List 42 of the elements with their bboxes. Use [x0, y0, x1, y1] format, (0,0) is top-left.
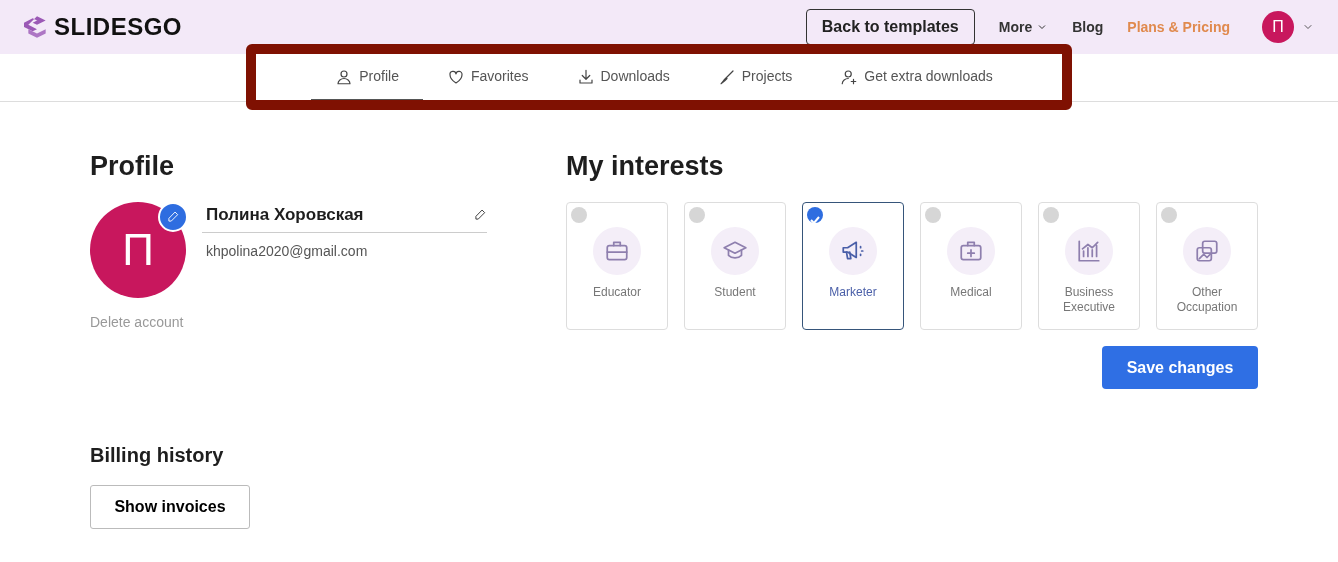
- radio-button[interactable]: [1161, 207, 1177, 224]
- interest-label: Business Executive: [1062, 285, 1116, 315]
- radio-button[interactable]: [689, 207, 705, 224]
- profile-heading: Profile: [90, 150, 176, 183]
- interest-card[interactable]: Marketer: [802, 202, 904, 331]
- tab[interactable]: Favorites: [422, 54, 553, 101]
- interest-label: Medical: [949, 285, 993, 300]
- tab[interactable]: Downloads: [552, 54, 694, 101]
- interests-heading: My interests: [566, 150, 725, 183]
- logo-text[interactable]: SLIDESGO: [54, 9, 183, 45]
- nav-link[interactable]: More: [998, 16, 1033, 38]
- user-name: Полина Хоровская: [206, 204, 364, 227]
- bar-chart-icon: [1076, 238, 1102, 265]
- checked-radio[interactable]: [807, 207, 823, 224]
- interest-label: Other Occupation: [1175, 285, 1239, 315]
- show-invoices-button[interactable]: Show invoices: [90, 485, 250, 530]
- radio-button[interactable]: [571, 207, 587, 224]
- interest-label: Student: [713, 285, 757, 300]
- interest-label: Educator: [592, 285, 642, 300]
- pencil-icon: [166, 210, 180, 225]
- radio-button[interactable]: [925, 207, 941, 224]
- user-email: khpolina2020@gmail.com: [205, 241, 369, 261]
- interest-card[interactable]: Other Occupation: [1156, 202, 1258, 331]
- person-icon: [335, 67, 354, 86]
- tab[interactable]: Projects: [693, 54, 817, 101]
- person-plus-icon: [840, 67, 859, 86]
- billing-heading: Billing history: [90, 443, 225, 468]
- interest-card[interactable]: Educator: [566, 202, 668, 331]
- tab[interactable]: Get extra downloads: [816, 54, 1017, 101]
- images-icon: [1194, 238, 1220, 265]
- profile-avatar: П: [90, 202, 186, 299]
- pencil-icon: [473, 208, 487, 223]
- nav-link[interactable]: Blog: [1072, 16, 1104, 38]
- interest-card[interactable]: Student: [684, 202, 786, 331]
- tab[interactable]: Profile: [311, 54, 423, 101]
- save-changes-button[interactable]: Save changes: [1102, 346, 1258, 390]
- interest-card[interactable]: Medical: [920, 202, 1022, 331]
- interest-card[interactable]: Business Executive: [1038, 202, 1140, 331]
- download-icon: [576, 67, 595, 86]
- user-avatar[interactable]: П: [1262, 11, 1294, 43]
- radio-button[interactable]: [1043, 207, 1059, 224]
- interest-label: Marketer: [828, 285, 878, 300]
